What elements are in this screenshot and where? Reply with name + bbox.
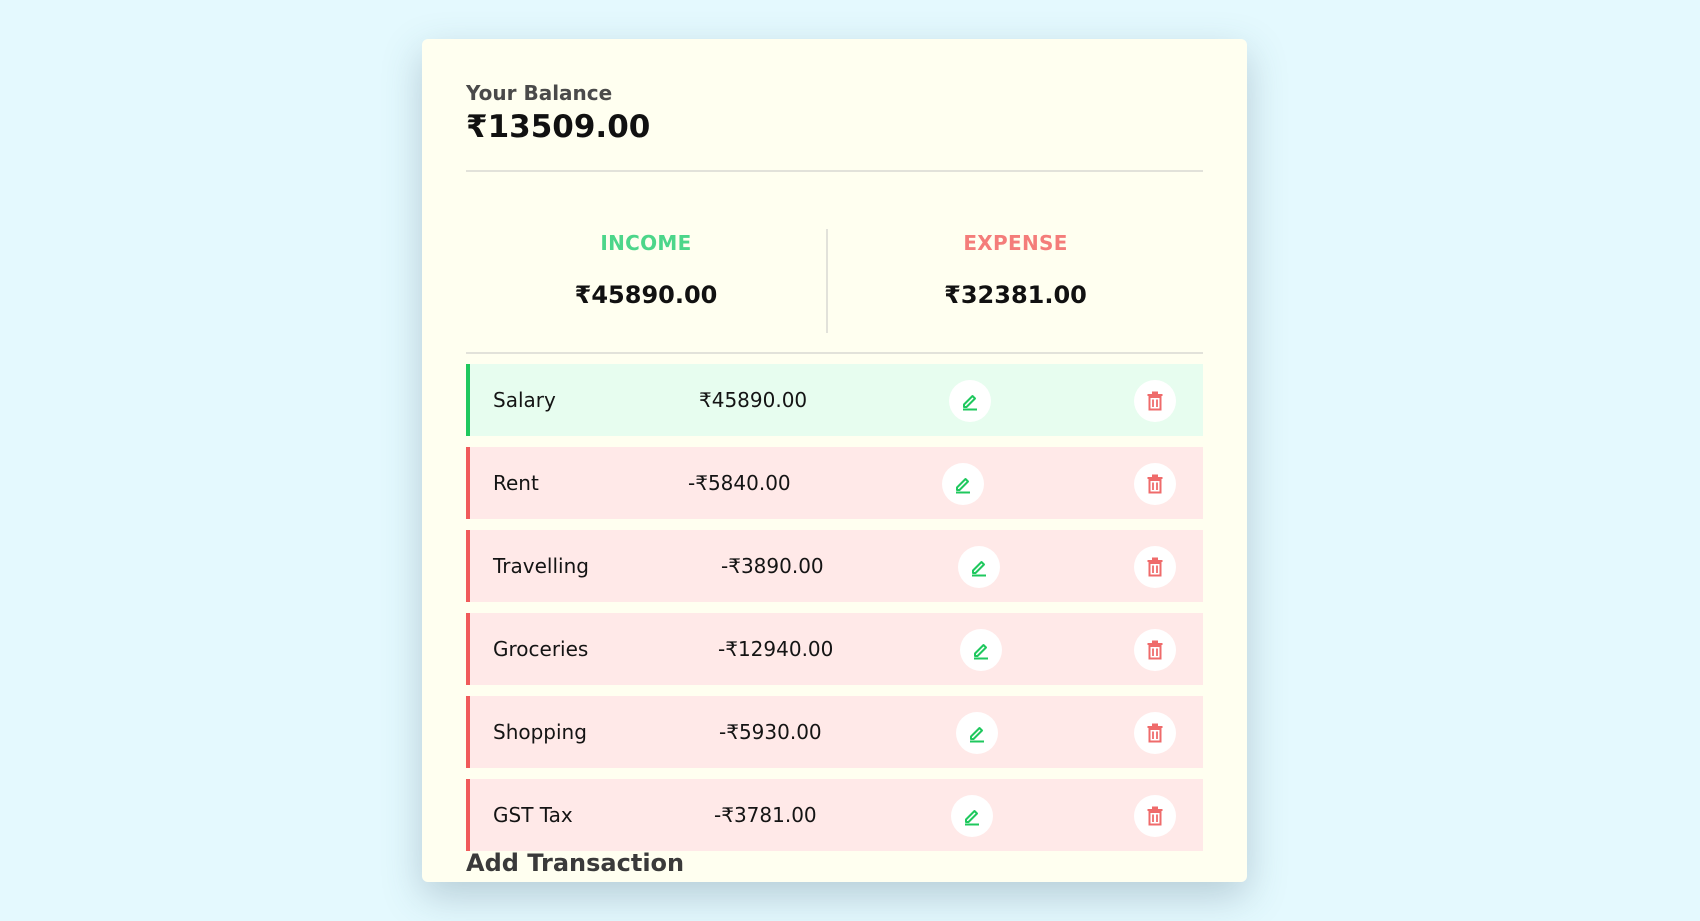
transaction-row: Shopping -₹5930.00 [466, 696, 1203, 768]
trash-icon [1146, 806, 1164, 826]
transaction-row: Travelling -₹3890.00 [466, 530, 1203, 602]
expense-amount: ₹32381.00 [944, 281, 1087, 309]
trash-icon [1146, 723, 1164, 743]
transaction-name: Shopping [493, 720, 587, 744]
expense-summary: EXPENSE ₹32381.00 [828, 173, 1203, 352]
expense-tracker-card: Your Balance ₹13509.00 INCOME ₹45890.00 … [422, 39, 1247, 882]
delete-button[interactable] [1134, 629, 1176, 671]
transaction-amount: -₹3781.00 [714, 803, 817, 827]
delete-button[interactable] [1134, 795, 1176, 837]
transaction-row: Salary ₹45890.00 [466, 364, 1203, 436]
transaction-amount: -₹12940.00 [718, 637, 834, 661]
income-expense-summary: INCOME ₹45890.00 EXPENSE ₹32381.00 [466, 173, 1203, 352]
edit-button[interactable] [942, 463, 984, 505]
trash-icon [1146, 474, 1164, 494]
trash-icon [1146, 640, 1164, 660]
transaction-name: Rent [493, 471, 539, 495]
pencil-edit-icon [969, 557, 989, 577]
transaction-name: Travelling [493, 554, 589, 578]
edit-button[interactable] [960, 629, 1002, 671]
pencil-edit-icon [967, 723, 987, 743]
edit-button[interactable] [958, 546, 1000, 588]
income-amount: ₹45890.00 [574, 281, 718, 309]
delete-button[interactable] [1134, 463, 1176, 505]
income-summary: INCOME ₹45890.00 [466, 173, 826, 352]
add-transaction-title: Add Transaction [466, 849, 685, 877]
pencil-edit-icon [960, 391, 980, 411]
divider [466, 170, 1203, 172]
expense-label: EXPENSE [963, 231, 1068, 255]
divider [466, 352, 1203, 354]
edit-button[interactable] [951, 795, 993, 837]
transaction-amount: -₹5840.00 [688, 471, 791, 495]
transaction-name: Groceries [493, 637, 589, 661]
transaction-name: Salary [493, 388, 556, 412]
edit-button[interactable] [956, 712, 998, 754]
transaction-amount: -₹5930.00 [719, 720, 822, 744]
delete-button[interactable] [1134, 712, 1176, 754]
edit-button[interactable] [949, 380, 991, 422]
pencil-edit-icon [962, 806, 982, 826]
pencil-edit-icon [953, 474, 973, 494]
transaction-row: GST Tax -₹3781.00 [466, 779, 1203, 851]
trash-icon [1146, 557, 1164, 577]
delete-button[interactable] [1134, 546, 1176, 588]
balance-value: ₹13509.00 [466, 109, 651, 145]
transaction-amount: ₹45890.00 [699, 388, 808, 412]
balance-label: Your Balance [466, 81, 613, 105]
transaction-name: GST Tax [493, 803, 573, 827]
delete-button[interactable] [1134, 380, 1176, 422]
transaction-row: Rent -₹5840.00 [466, 447, 1203, 519]
pencil-edit-icon [971, 640, 991, 660]
transaction-row: Groceries -₹12940.00 [466, 613, 1203, 685]
trash-icon [1146, 391, 1164, 411]
income-label: INCOME [600, 231, 692, 255]
transaction-amount: -₹3890.00 [721, 554, 824, 578]
